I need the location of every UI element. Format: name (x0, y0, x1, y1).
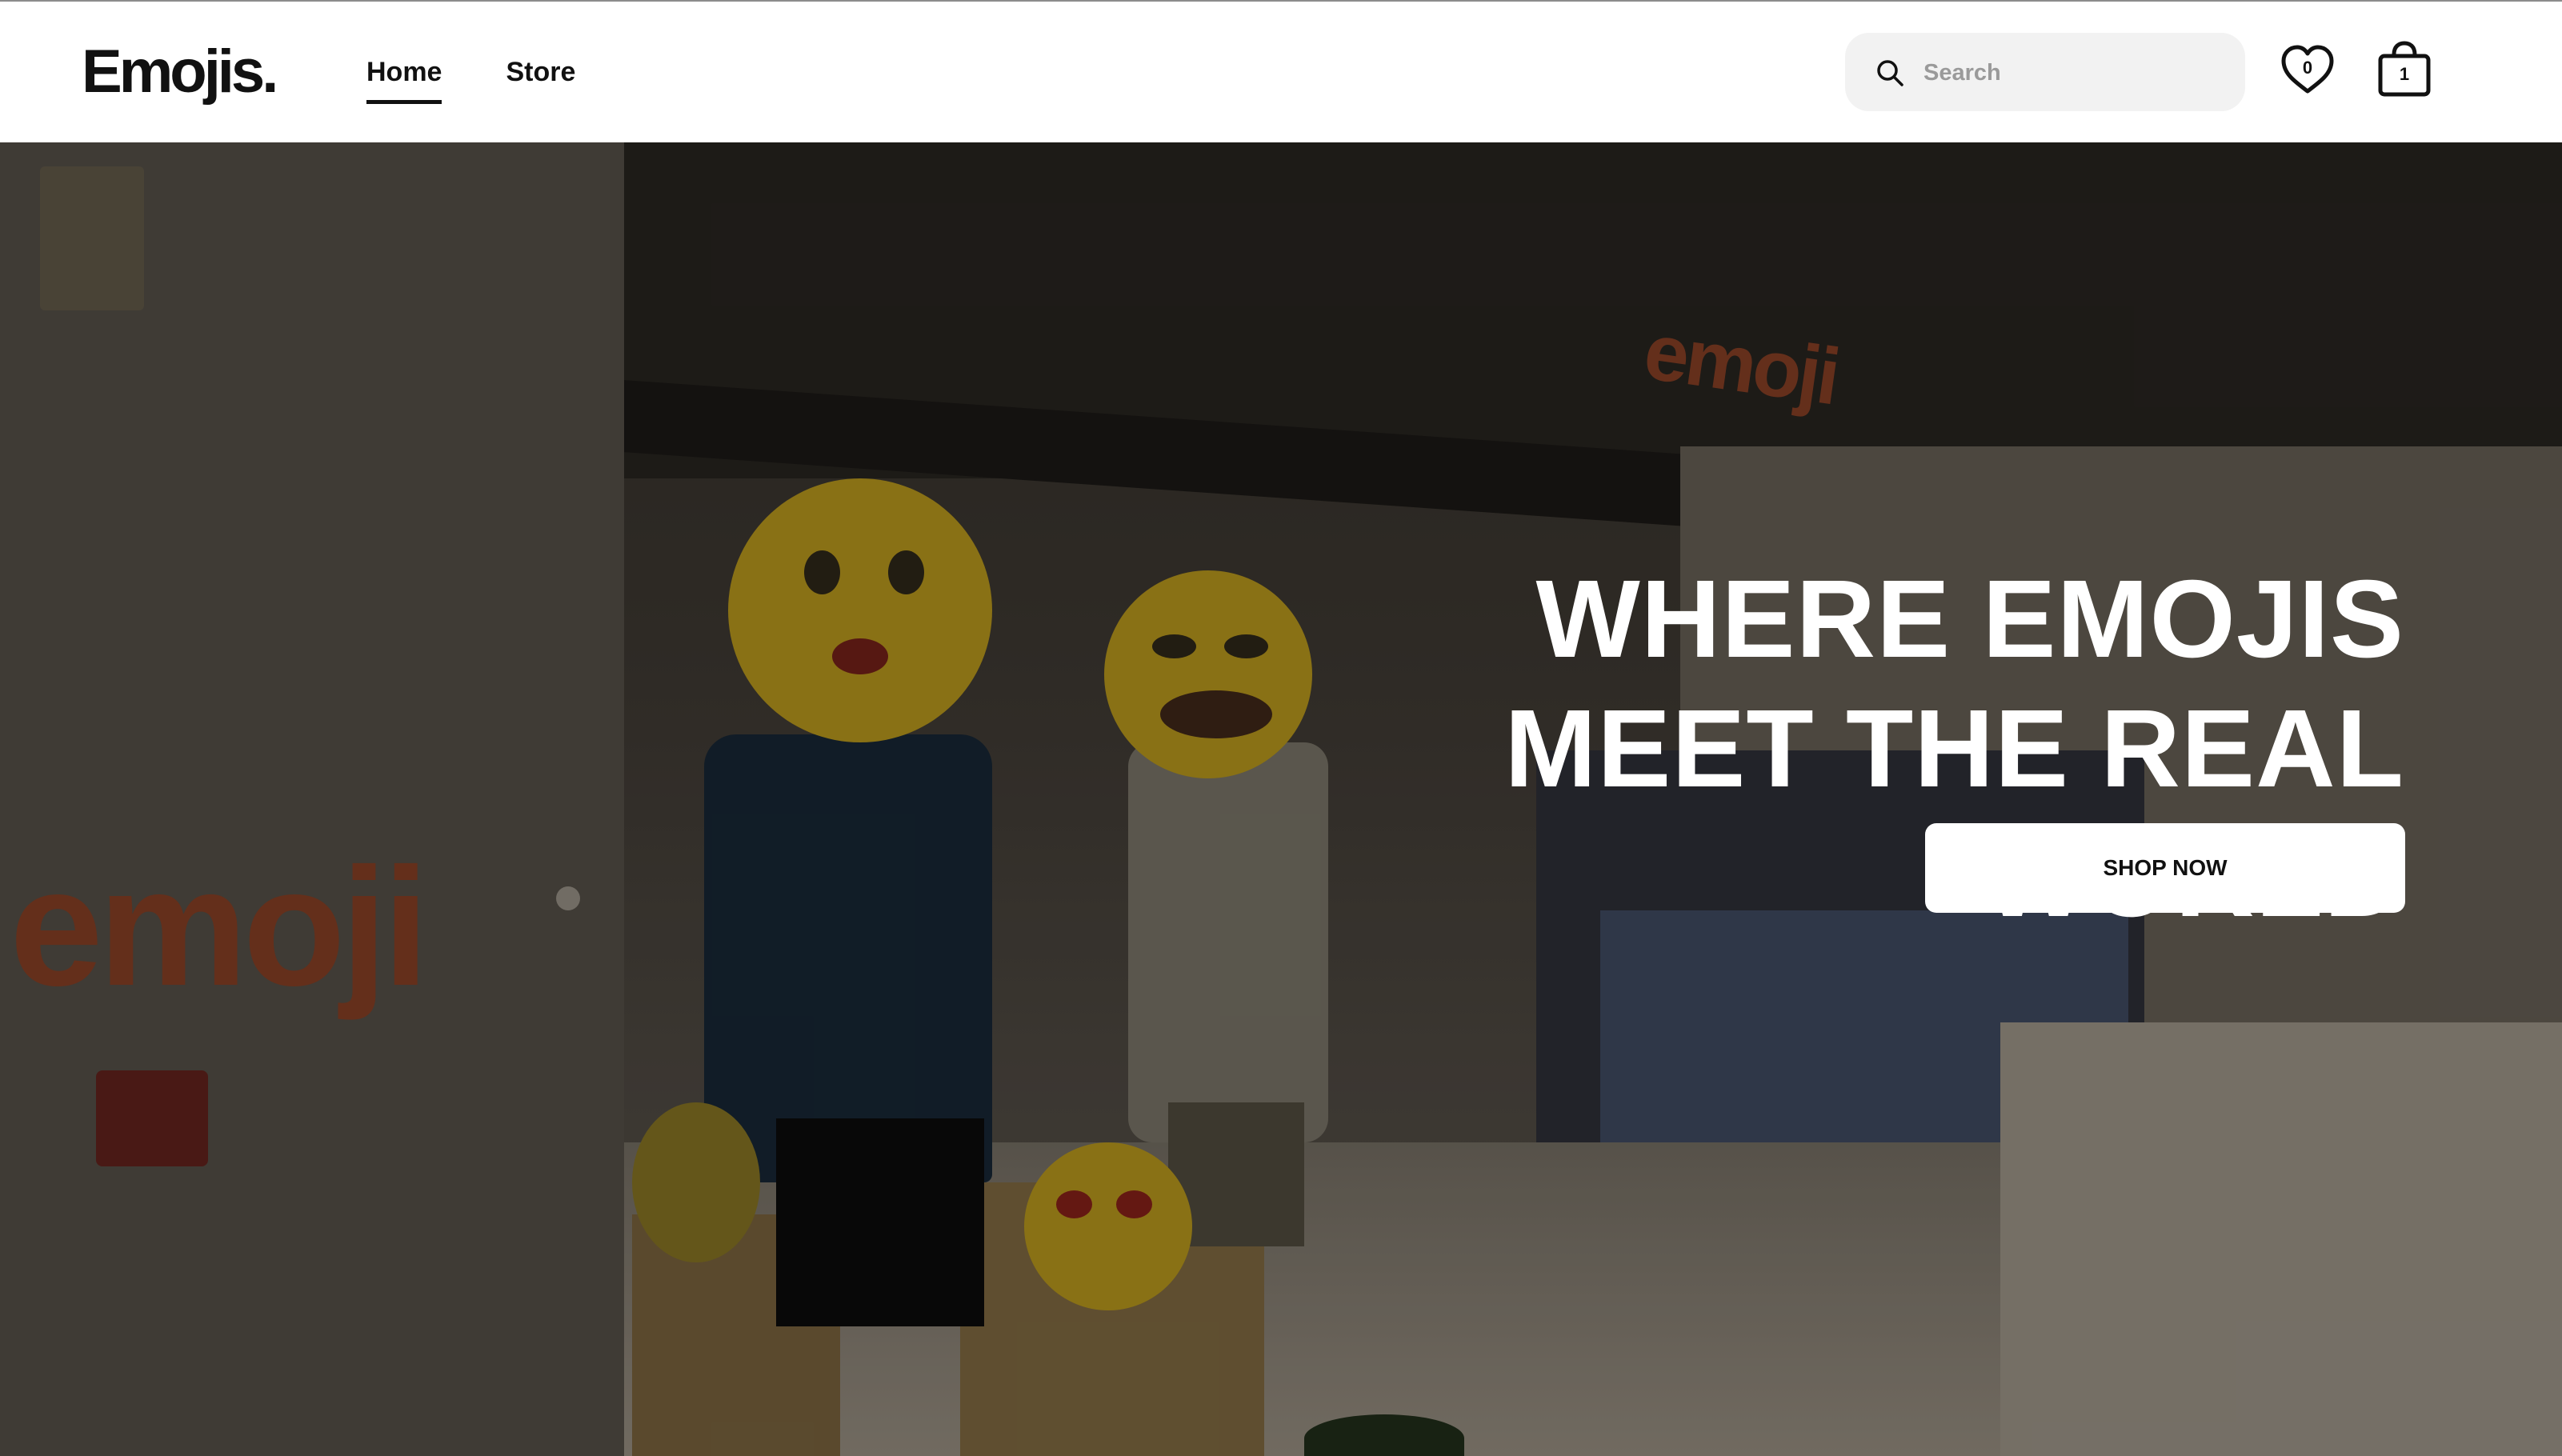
search-input[interactable] (1922, 52, 2229, 94)
wishlist-button[interactable]: 0 (2279, 42, 2336, 99)
site-header: Emojis. Home Store 0 1 (0, 2, 2562, 142)
brand-logo[interactable]: Emojis. (82, 38, 278, 106)
shop-now-button[interactable]: SHOP NOW (1925, 823, 2405, 913)
wishlist-count: 0 (2302, 58, 2313, 78)
search-box[interactable] (1845, 33, 2245, 111)
hero-banner: emoji emoji WHERE EMOJIS MEET THE REAL W… (0, 142, 2562, 1456)
cart-button[interactable]: 1 (2376, 40, 2432, 99)
main-nav: Home Store (366, 54, 575, 104)
nav-item-store[interactable]: Store (506, 54, 575, 90)
cart-count: 1 (2399, 64, 2410, 84)
search-icon (1877, 60, 1903, 86)
nav-item-home[interactable]: Home (366, 54, 442, 104)
